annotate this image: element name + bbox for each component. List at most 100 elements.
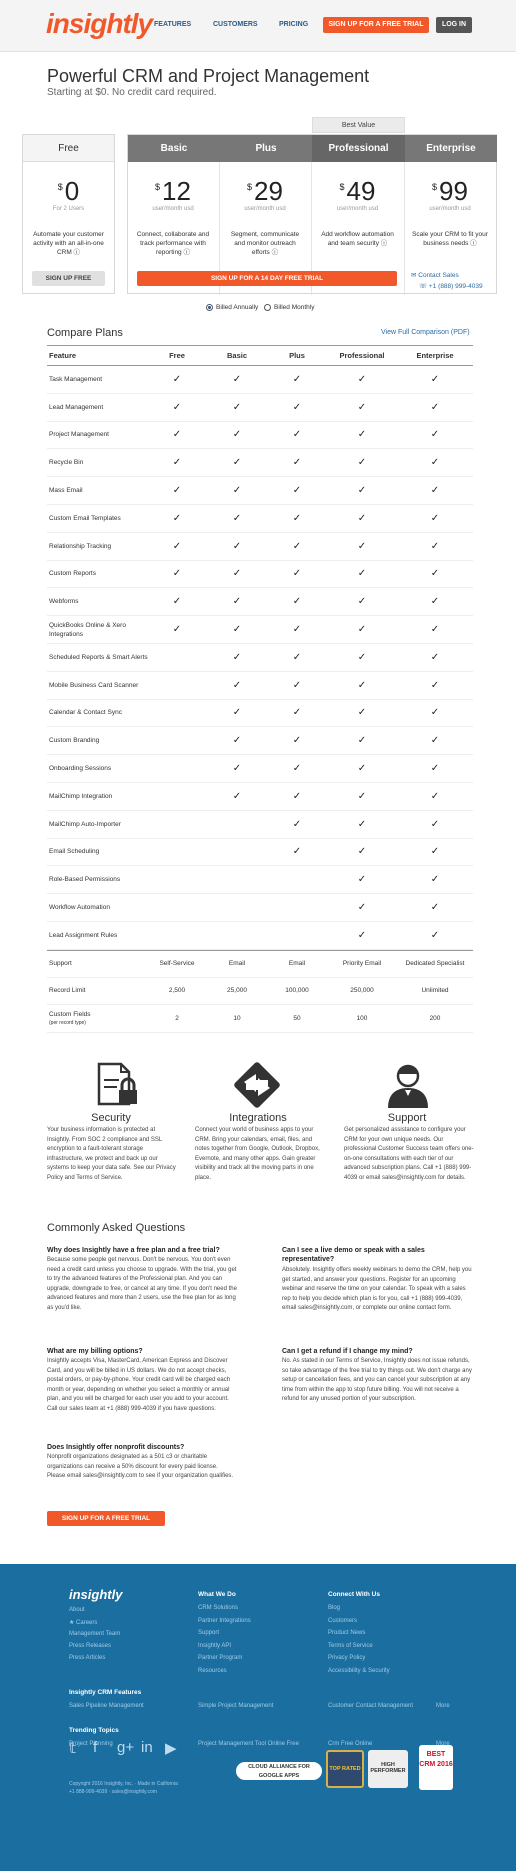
contact-sales-link[interactable]: ✉ Contact Sales	[411, 271, 459, 279]
footer-link[interactable]: Product News	[328, 1630, 365, 1636]
table-row: Workflow Automation ✓ ✓	[47, 894, 473, 922]
footer-link[interactable]: Resources	[198, 1668, 227, 1674]
logo[interactable]: insightly	[46, 8, 153, 40]
plan-name-enterprise: Enterprise	[405, 135, 497, 162]
faq-signup-button[interactable]: SIGN UP FOR A FREE TRIAL	[47, 1511, 165, 1526]
plan-price: $49	[311, 176, 404, 207]
check-icon: ✓	[430, 735, 440, 747]
footer-link[interactable]: Partner Integrations	[198, 1618, 251, 1624]
youtube-icon[interactable]: ▶	[165, 1739, 177, 1757]
footer-link[interactable]: Crm Free Online	[328, 1741, 372, 1747]
price-value: 29	[254, 176, 283, 206]
check-icon: ✓	[357, 429, 367, 441]
currency: $	[155, 182, 161, 192]
table-row: Lead Management ✓ ✓ ✓ ✓ ✓	[47, 394, 473, 422]
footer-heading: Trending Topics	[69, 1727, 119, 1734]
footer-link[interactable]: Partner Program	[198, 1655, 242, 1661]
table-row: Record Limit 2,500 25,000 100,000 250,000 Unl…	[47, 978, 473, 1006]
view-full-comparison-link[interactable]: View Full Comparison (PDF)	[381, 329, 470, 336]
check-icon: ✓	[292, 512, 302, 524]
header-feature: Feature	[49, 351, 77, 360]
feature-title-security: Security	[91, 1112, 131, 1124]
feature-name: Relationship Tracking	[49, 542, 112, 550]
radio-icon	[264, 304, 271, 311]
footer-link[interactable]: Simple Project Management	[198, 1703, 273, 1709]
footer-link[interactable]: Blog	[328, 1605, 340, 1611]
value-cell: Unlimited	[421, 987, 449, 995]
footer-logo[interactable]: insightly	[69, 1587, 122, 1602]
check-icon: ✓	[232, 373, 242, 385]
footer-link[interactable]: Insightly API	[198, 1643, 231, 1649]
facebook-icon[interactable]: f	[93, 1739, 97, 1756]
plan-price: $12	[127, 176, 219, 207]
copyright-contact: +1 888-999-4039 · sales@insightly.com	[69, 1789, 157, 1795]
footer-link[interactable]: CRM Solutions	[198, 1605, 238, 1611]
check-icon: ✓	[172, 485, 182, 497]
feature-name: Custom Email Templates	[49, 514, 121, 522]
table-row: Custom Fields (per record type) 2 10 50 100 20…	[47, 1005, 473, 1034]
check-icon: ✓	[232, 485, 242, 497]
feature-name: Email Scheduling	[49, 848, 100, 856]
twitter-icon[interactable]: 𝕥	[69, 1739, 76, 1757]
support-icon	[388, 1064, 428, 1108]
login-button[interactable]: LOG IN	[436, 17, 472, 33]
check-icon: ✓	[357, 707, 367, 719]
table-row: Calendar & Contact Sync ✓ ✓ ✓ ✓	[47, 700, 473, 728]
footer-link[interactable]: Terms of Service	[328, 1643, 373, 1649]
footer-link[interactable]: Management Team	[69, 1631, 120, 1637]
billed-annually-radio[interactable]: Billed Annually	[206, 304, 258, 311]
table-row: Custom Email Templates ✓ ✓ ✓ ✓ ✓	[47, 505, 473, 533]
table-row: Mobile Business Card Scanner ✓ ✓ ✓ ✓	[47, 672, 473, 700]
table-row: MailChimp Auto-Importer ✓ ✓ ✓	[47, 811, 473, 839]
trial-14-day-button[interactable]: SIGN UP FOR A 14 DAY FREE TRIAL	[137, 271, 397, 286]
price-value: 99	[439, 176, 468, 206]
footer-link[interactable]: Accessibility & Security	[328, 1668, 390, 1674]
check-icon: ✓	[292, 596, 302, 608]
footer-link[interactable]: Customers	[328, 1618, 357, 1624]
check-icon: ✓	[232, 651, 242, 663]
check-icon: ✓	[357, 902, 367, 914]
footer-link[interactable]: Privacy Policy	[328, 1655, 365, 1661]
nav-pricing[interactable]: PRICING	[279, 21, 308, 28]
empty-cell	[147, 783, 207, 810]
check-icon: ✓	[232, 596, 242, 608]
sales-phone-link[interactable]: ☏ +1 (888) 999-4039	[419, 282, 483, 290]
footer-link[interactable]: Press Releases	[69, 1643, 111, 1649]
currency: $	[57, 182, 63, 192]
billed-monthly-radio[interactable]: Billed Monthly	[264, 304, 314, 311]
footer-link[interactable]: Press Articles	[69, 1655, 105, 1661]
footer-link[interactable]: Customer Contact Management	[328, 1703, 413, 1709]
footer-link[interactable]: Support	[198, 1630, 219, 1636]
footer-link[interactable]: ★ Careers	[69, 1619, 97, 1626]
empty-cell	[147, 839, 207, 866]
empty-cell	[267, 922, 327, 949]
check-icon: ✓	[232, 790, 242, 802]
nav-customers[interactable]: CUSTOMERS	[213, 21, 258, 28]
nav-features[interactable]: FEATURES	[154, 21, 191, 28]
footer-link[interactable]: About	[69, 1607, 85, 1613]
footer-link[interactable]: Project Management Tool Online Free	[198, 1741, 299, 1747]
feature-name: Support	[49, 951, 149, 977]
google-plus-icon[interactable]: g+	[117, 1739, 134, 1756]
table-row: Custom Branding ✓ ✓ ✓ ✓	[47, 727, 473, 756]
footer-link[interactable]: More	[436, 1703, 450, 1709]
check-icon: ✓	[430, 624, 440, 636]
value-cell: 250,000	[350, 987, 374, 995]
signup-free-button[interactable]: SIGN UP FREE	[32, 271, 105, 286]
plan-name-plus: Plus	[220, 135, 312, 162]
footer-link[interactable]: Sales Pipeline Management	[69, 1703, 144, 1709]
feature-name: MailChimp Integration	[49, 792, 113, 800]
linkedin-icon[interactable]: in	[141, 1739, 153, 1756]
feature-name: Mass Email	[49, 487, 83, 495]
check-icon: ✓	[232, 763, 242, 775]
table-row: Recycle Bin ✓ ✓ ✓ ✓ ✓	[47, 449, 473, 478]
value-cell: Email	[288, 960, 306, 968]
empty-cell	[267, 894, 327, 921]
check-icon: ✓	[430, 568, 440, 580]
plan-name-basic: Basic	[128, 135, 220, 162]
check-icon: ✓	[172, 401, 182, 413]
check-icon: ✓	[292, 790, 302, 802]
check-icon: ✓	[430, 457, 440, 469]
signup-trial-button[interactable]: SIGN UP FOR A FREE TRIAL	[323, 17, 429, 33]
feature-name: Lead Assignment Rules	[49, 931, 118, 939]
